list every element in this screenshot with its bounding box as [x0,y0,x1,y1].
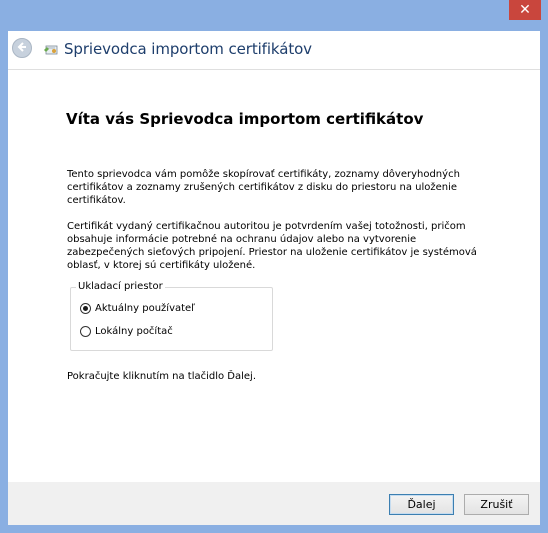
next-button[interactable]: Ďalej [389,494,454,515]
close-icon: ✕ [519,2,531,18]
window-title: Sprievodca importom certifikátov [64,40,312,58]
store-location-label: Ukladací priestor [76,281,165,293]
close-button[interactable]: ✕ [509,0,541,20]
radio-label: Aktuálny používateľ [95,303,195,314]
radio-label: Lokálny počítač [95,326,173,337]
button-bar: Ďalej Zrušiť [8,482,540,525]
certificate-icon [43,41,59,57]
page-heading: Víta vás Sprievodca importom certifikáto… [66,110,424,128]
radio-button[interactable] [80,326,91,337]
continue-instruction: Pokračujte kliknutím na tlačidlo Ďalej. [67,371,257,382]
info-paragraph: Certifikát vydaný certifikačnou autorito… [67,221,477,271]
cancel-button[interactable]: Zrušiť [464,494,529,515]
radio-local-machine[interactable]: Lokálny počítač [80,326,173,337]
back-button[interactable] [12,38,32,58]
radio-button[interactable] [80,303,91,314]
wizard-header: Sprievodca importom certifikátov [8,31,540,69]
store-location-group: Ukladací priestor Aktuálny používateľ Lo… [70,281,273,351]
wizard-content: Víta vás Sprievodca importom certifikáto… [8,69,540,483]
radio-current-user[interactable]: Aktuálny používateľ [80,303,195,314]
intro-paragraph: Tento sprievodca vám pomôže skopírovať c… [67,169,460,206]
dialog-window: ✕ Sprievodca importom certifikátov Víta … [0,0,548,533]
back-arrow-icon [17,41,27,55]
